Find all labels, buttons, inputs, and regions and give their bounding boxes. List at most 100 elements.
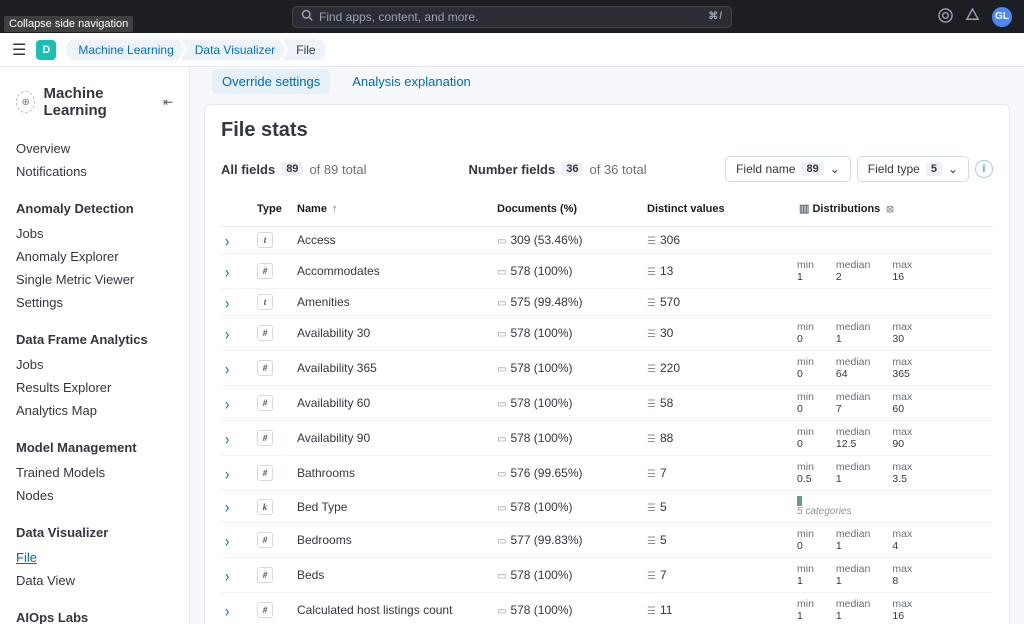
expand-row-icon[interactable]: › [225,565,229,585]
nav-item[interactable]: Jobs [0,353,189,376]
breadcrumb-item[interactable]: Machine Learning [66,39,183,61]
distinct-cell: ☰13 [643,254,793,289]
documents-cell: ▭578 (100%) [493,593,643,624]
field-type-chip: # [257,360,273,376]
tab[interactable]: Override settings [212,69,330,94]
expand-row-icon[interactable]: › [225,393,229,413]
nav-group-header: Data Frame Analytics [0,322,189,353]
all-fields-label: All fields [221,162,275,177]
eye-off-icon[interactable]: ⦻ [886,203,893,215]
field-name-cell: Amenities [293,289,493,316]
list-icon: ☰ [647,469,656,480]
menu-toggle-icon[interactable]: ☰ [12,40,26,60]
documents-cell: ▭578 (100%) [493,491,643,523]
distribution-cell: min0median1max30 [793,316,993,351]
search-shortcut: ⌘/ [708,11,723,22]
list-icon: ☰ [647,236,656,247]
field-type-chip: # [257,532,273,548]
documents-cell: ▭578 (100%) [493,421,643,456]
space-badge[interactable]: D [36,40,56,60]
list-icon: ☰ [647,298,656,309]
tab[interactable]: Analysis explanation [342,69,481,94]
number-fields-count-badge: 36 [561,162,583,176]
document-icon: ▭ [497,298,506,309]
list-icon: ☰ [647,329,656,340]
document-icon: ▭ [497,329,506,340]
document-icon: ▭ [497,536,506,547]
expand-row-icon[interactable]: › [225,358,229,378]
nav-item[interactable]: Trained Models [0,461,189,484]
col-type[interactable]: Type [253,194,293,227]
nav-item[interactable]: Analytics Map [0,399,189,422]
nav-item[interactable]: File [0,546,189,569]
info-icon[interactable]: i [975,160,993,178]
documents-cell: ▭578 (100%) [493,254,643,289]
nav-item[interactable]: Jobs [0,222,189,245]
field-type-chip: k [257,499,273,515]
field-type-chip: # [257,602,273,618]
expand-row-icon[interactable]: › [225,230,229,250]
all-fields-count-badge: 89 [281,162,303,176]
field-type-chip: t [257,294,273,310]
nav-group-header: AIOps Labs [0,600,189,624]
all-fields-total: of 89 total [309,162,366,177]
nav-item[interactable]: Single Metric Viewer [0,268,189,291]
list-icon: ☰ [647,571,656,582]
col-distinct[interactable]: Distinct values [643,194,793,227]
field-name-cell: Availability 60 [293,386,493,421]
expand-row-icon[interactable]: › [225,497,229,517]
distinct-cell: ☰220 [643,351,793,386]
table-row: ›#Availability 30▭578 (100%)☰30min0media… [221,316,993,351]
list-icon: ☰ [647,267,656,278]
expand-row-icon[interactable]: › [225,530,229,550]
document-icon: ▭ [497,571,506,582]
nav-item[interactable]: Overview [0,137,189,160]
expand-row-icon[interactable]: › [225,323,229,343]
document-icon: ▭ [497,399,506,410]
table-row: ›tAccess▭309 (53.46%)☰306 [221,227,993,254]
field-name-cell: Availability 365 [293,351,493,386]
field-type-chip: # [257,567,273,583]
table-row: ›tAmenities▭575 (99.48%)☰570 [221,289,993,316]
list-icon: ☰ [647,503,656,514]
nav-item[interactable]: Data View [0,569,189,592]
nav-item[interactable]: Notifications [0,160,189,183]
distribution-cell: min1median2max16 [793,254,993,289]
collapse-sidebar-icon[interactable]: ⇤ [163,95,173,109]
col-distributions[interactable]: ▥ Distributions⦻ [793,194,993,227]
expand-row-icon[interactable]: › [225,292,229,312]
nav-item[interactable]: Results Explorer [0,376,189,399]
breadcrumb: Machine LearningData VisualizerFile [66,39,325,61]
field-name-cell: Bathrooms [293,456,493,491]
chevron-down-icon: ⌄ [830,162,840,176]
documents-cell: ▭578 (100%) [493,386,643,421]
newsfeed-icon[interactable] [965,8,980,26]
distinct-cell: ☰7 [643,558,793,593]
expand-row-icon[interactable]: › [225,261,229,281]
nav-item[interactable]: Settings [0,291,189,314]
help-icon[interactable] [938,8,953,26]
field-type-chip: # [257,430,273,446]
global-search-input[interactable]: Find apps, content, and more. ⌘/ [292,6,732,28]
expand-row-icon[interactable]: › [225,428,229,448]
field-name-filter[interactable]: Field name 89 ⌄ [725,156,851,182]
user-avatar[interactable]: GL [992,7,1012,27]
col-name[interactable]: Name ↑ [293,194,493,227]
breadcrumb-item[interactable]: Data Visualizer [181,39,285,61]
page-title: File stats [221,119,993,142]
nav-item[interactable]: Nodes [0,484,189,507]
list-icon: ☰ [647,399,656,410]
chevron-down-icon: ⌄ [948,162,958,176]
distribution-cell: min0median12.5max90 [793,421,993,456]
search-icon [301,9,313,24]
field-type-filter[interactable]: Field type 5 ⌄ [857,156,969,182]
col-documents[interactable]: Documents (%) [493,194,643,227]
distinct-cell: ☰5 [643,491,793,523]
table-row: ›#Calculated host listings count▭578 (10… [221,593,993,624]
expand-row-icon[interactable]: › [225,463,229,483]
nav-item[interactable]: Anomaly Explorer [0,245,189,268]
nav-group-header: Model Management [0,430,189,461]
expand-row-icon[interactable]: › [225,600,229,620]
distinct-cell: ☰570 [643,289,793,316]
list-icon: ☰ [647,536,656,547]
